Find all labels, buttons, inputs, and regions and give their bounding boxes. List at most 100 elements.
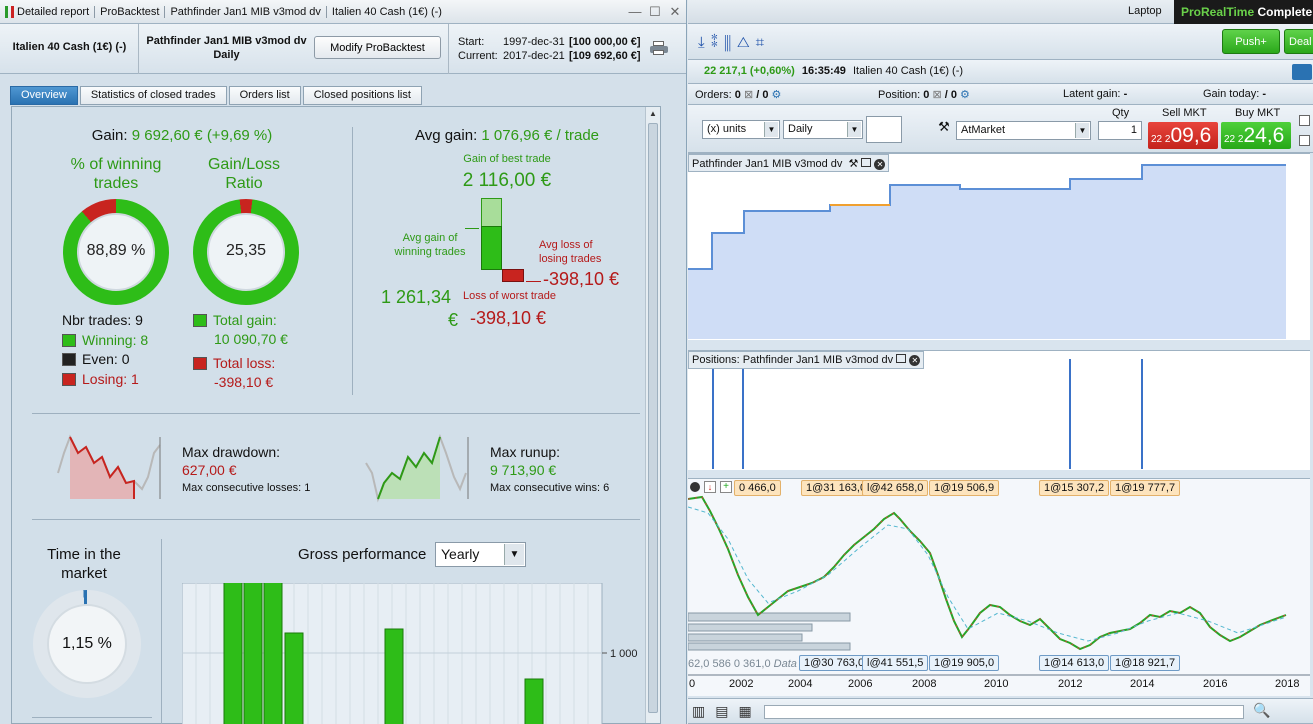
chevron-down-icon[interactable]: ▼ xyxy=(764,122,778,137)
tab-probacktest[interactable]: ProBacktest xyxy=(95,5,166,18)
scroll-up-icon[interactable]: ▲ xyxy=(648,109,658,119)
close-button[interactable]: ✕ xyxy=(667,4,683,20)
maximize-button[interactable]: ☐ xyxy=(647,4,663,20)
even-count: Even: 0 xyxy=(82,351,130,367)
wrench-icon[interactable]: ⚒ xyxy=(848,158,858,170)
trade-tag[interactable]: 1@14 613,0 xyxy=(1039,655,1110,671)
gross-period-value: Yearly xyxy=(441,546,480,562)
trade-tag[interactable]: 1@18 921,7 xyxy=(1110,655,1181,671)
tab-closed-positions[interactable]: Closed positions list xyxy=(302,86,422,105)
quote-instrument: Italien 40 Cash (1€) (-) xyxy=(853,65,964,77)
x-tick: 2010 xyxy=(984,678,1009,690)
chart-tools-icon[interactable]: ▥▤▦ xyxy=(692,703,762,720)
avg-winning-bar xyxy=(481,226,502,270)
trade-tag[interactable]: 1@19 777,7 xyxy=(1110,480,1181,496)
tab-overview[interactable]: Overview xyxy=(10,86,78,105)
push-plus-button[interactable]: Push+ xyxy=(1222,29,1280,54)
minimize-button[interactable]: — xyxy=(627,4,643,20)
add-signal-icon[interactable]: + xyxy=(720,481,732,493)
avg-win-value-line1: 1 261,34 xyxy=(381,287,452,307)
trade-tag[interactable]: l@41 551,5 xyxy=(862,655,929,671)
orders-settings-icon[interactable]: ⚙ xyxy=(772,89,782,101)
printer-icon[interactable] xyxy=(650,41,668,55)
indicator-chart-icon[interactable] xyxy=(866,116,902,143)
tab-orders-list[interactable]: Orders list xyxy=(228,86,301,105)
option-checkbox-1[interactable] xyxy=(1299,115,1310,126)
close-pane-icon[interactable] xyxy=(690,482,700,492)
equity-curve-pane: Pathfinder Jan1 MIB v3mod dv ⚒ ✕ xyxy=(688,153,1310,340)
winning-count: Winning: 8 xyxy=(82,331,149,348)
avg-loss-arrow xyxy=(526,281,541,282)
vertical-scrollbar[interactable]: ▲ xyxy=(645,107,660,723)
maximize-pane-icon[interactable] xyxy=(861,158,872,167)
time-in-market-title: Time in the market xyxy=(34,545,134,583)
trade-tag[interactable]: 1@19 905,0 xyxy=(929,655,1000,671)
maximize-pane-icon[interactable] xyxy=(896,354,907,363)
current-value: [109 692,60 €] xyxy=(569,50,641,62)
strategy-timeframe: Daily xyxy=(213,49,240,61)
latent-value: - xyxy=(1123,88,1128,100)
total-loss-label: Total loss: xyxy=(213,355,276,371)
worst-trade-value: -398,10 € xyxy=(470,308,547,328)
units-select[interactable]: (x) units ▼ xyxy=(702,120,780,139)
order-type-select[interactable]: AtMarket ▼ xyxy=(956,121,1091,140)
trade-tag[interactable]: l@42 658,0 xyxy=(862,480,929,496)
winning-pct-value: 88,89 % xyxy=(86,242,146,259)
gain-today-value: - xyxy=(1262,88,1266,100)
section-divider-2 xyxy=(32,519,640,520)
period-value: Daily xyxy=(788,123,813,135)
deal-button[interactable]: Deal xyxy=(1284,29,1313,54)
start-value: [100 000,00 €] xyxy=(569,36,641,48)
gain-loss-ratio-title: Gain/Loss Ratio xyxy=(184,155,304,193)
sell-market-button[interactable]: 22 209,6 xyxy=(1148,122,1218,149)
tab-strategy[interactable]: Pathfinder Jan1 MIB v3mod dv xyxy=(165,5,327,18)
window-titlebar[interactable]: Detailed report ProBacktest Pathfinder J… xyxy=(0,0,686,24)
order-entry-bar: (x) units ▼ Daily ▼ ⚒ AtMarket ▼ Qty 1 Sell… xyxy=(688,105,1313,153)
y-tick-label: 1 000 xyxy=(610,648,638,660)
quote-bar: 22 217,1 (+0,60%) 16:35:49 Italien 40 Ca… xyxy=(688,60,1313,84)
orders-value: 0 xyxy=(734,89,741,101)
laptop-label[interactable]: Laptop xyxy=(1128,5,1162,17)
trade-tag[interactable]: 1@30 763,0 xyxy=(799,655,870,671)
option-checkbox-2[interactable] xyxy=(1299,135,1310,146)
trade-tag[interactable]: 1@19 506,9 xyxy=(929,480,1000,496)
nbr-trades: Nbr trades: 9 xyxy=(62,312,143,328)
ratio-title-line1: Gain/Loss xyxy=(207,156,281,173)
chevron-down-icon[interactable]: ▼ xyxy=(1075,123,1089,138)
x-tick: 2004 xyxy=(788,678,813,690)
gain-today: Gain today: - xyxy=(1203,88,1266,100)
gain-value: 9 692,60 € (+9,69 %) xyxy=(131,127,273,144)
scrollbar-thumb[interactable] xyxy=(648,123,658,713)
avg-losing-bar xyxy=(502,269,524,282)
detailed-report-window: Detailed report ProBacktest Pathfinder J… xyxy=(0,0,687,724)
chevron-down-icon[interactable]: ▼ xyxy=(504,544,524,565)
wrench-icon[interactable]: ⚒ xyxy=(935,119,953,137)
trade-tag[interactable]: 1@31 163,0 xyxy=(801,480,872,496)
position-settings-icon[interactable]: ⚙ xyxy=(960,89,970,101)
close-pane-icon[interactable]: ✕ xyxy=(909,355,921,366)
brand-edition: Complete xyxy=(1257,5,1313,19)
horizontal-scrollbar[interactable] xyxy=(764,705,1244,719)
avg-win-arrow xyxy=(465,228,479,229)
tab-instrument[interactable]: Italien 40 Cash (1€) (-) xyxy=(327,6,447,18)
drawing-tools-icon[interactable]: ⤓⁑⫼△⌗ xyxy=(698,34,770,51)
chevron-down-icon[interactable]: ▼ xyxy=(847,122,861,137)
zoom-tools-icon[interactable]: 🔍 xyxy=(1253,702,1270,719)
sell-signal-icon[interactable]: ↓ xyxy=(704,481,716,493)
modify-probacktest-button[interactable]: Modify ProBacktest xyxy=(314,36,441,59)
period-info: Start: 1997-dec-31 [100 000,00 €] Current:… xyxy=(458,35,641,63)
units-value: (x) units xyxy=(707,123,747,135)
strategy-name: Pathfinder Jan1 MIB v3mod dv xyxy=(146,35,307,47)
tab-detailed-report[interactable]: Detailed report xyxy=(0,5,96,18)
buy-market-button[interactable]: 22 224,6 xyxy=(1221,122,1291,149)
keyboard-icon[interactable] xyxy=(1292,64,1312,80)
gross-period-select[interactable]: Yearly ▼ xyxy=(435,542,526,567)
trade-tag[interactable]: 0 466,0 xyxy=(734,480,781,496)
avg-gain-label: Avg gain: xyxy=(414,127,478,144)
avg-win-value-line2: € xyxy=(448,310,459,330)
tab-statistics[interactable]: Statistics of closed trades xyxy=(79,86,227,105)
qty-input[interactable]: 1 xyxy=(1098,121,1142,140)
trade-tag[interactable]: 1@15 307,2 xyxy=(1039,480,1110,496)
close-pane-icon[interactable]: ✕ xyxy=(874,159,886,170)
period-select[interactable]: Daily ▼ xyxy=(783,120,863,139)
